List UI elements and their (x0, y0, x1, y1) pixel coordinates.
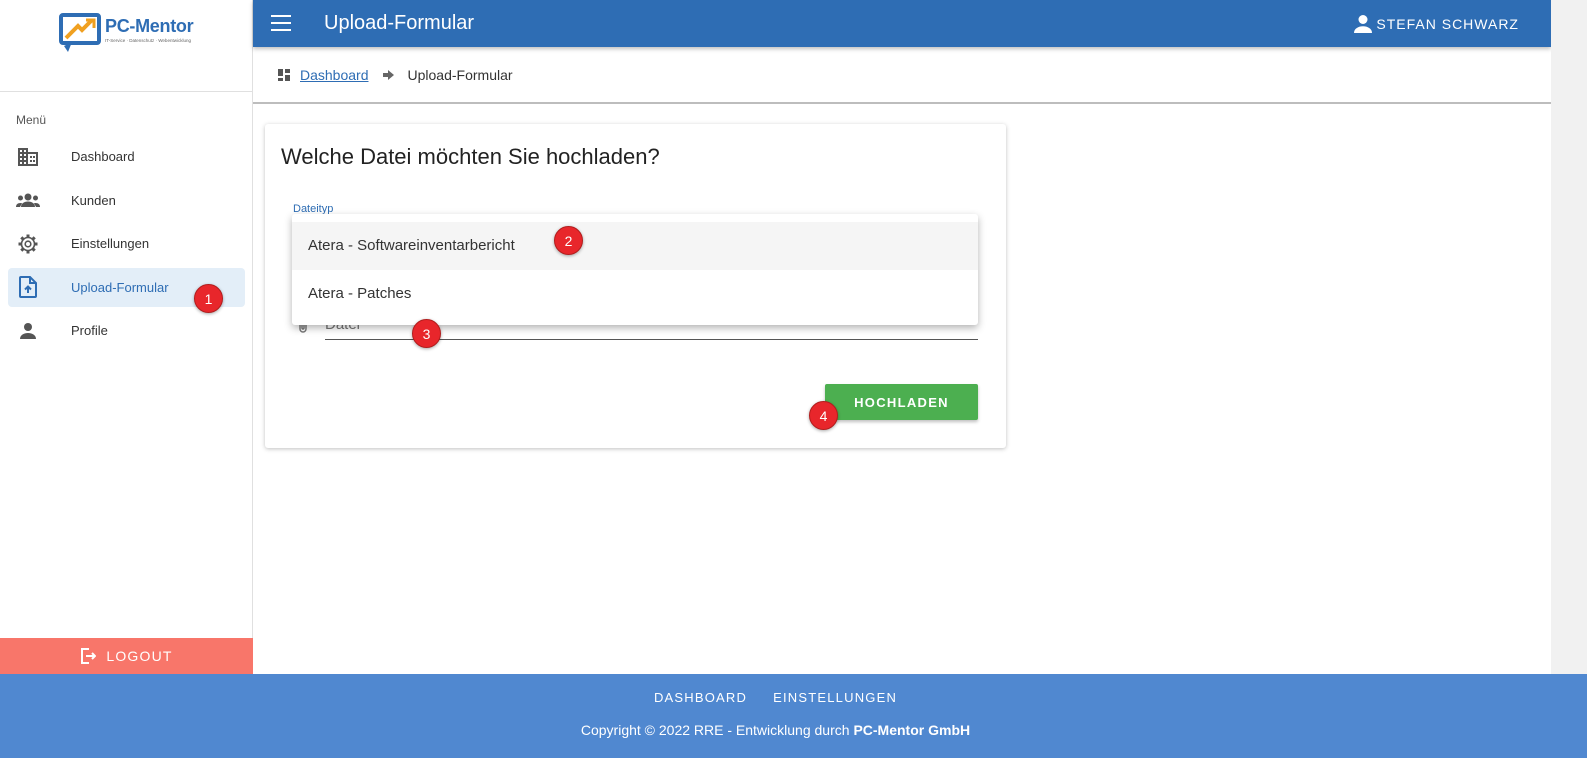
person-icon (16, 319, 40, 343)
arrow-right-icon (382, 69, 394, 80)
scrollbar-track[interactable] (1551, 0, 1587, 674)
logout-button[interactable]: LOGOUT (0, 638, 253, 674)
annotation-badge: 1 (194, 284, 223, 313)
annotation-badge: 2 (554, 226, 583, 255)
gear-icon (16, 232, 40, 256)
sidebar-item-label: Einstellungen (71, 236, 150, 251)
sidebar-item-label: Dashboard (71, 149, 135, 164)
breadcrumb: Dashboard Upload-Formular (253, 47, 1551, 104)
building-icon (16, 145, 40, 169)
breadcrumb-link-dashboard[interactable]: Dashboard (300, 67, 369, 83)
annotation-badge: 3 (412, 319, 441, 348)
account-icon (1354, 15, 1373, 33)
logo-monitor-icon (59, 13, 101, 52)
logo-tagline: IT-Service · Datenschutz · Webentwicklun… (105, 38, 191, 43)
footer-link-dashboard[interactable]: DASHBOARD (654, 690, 747, 705)
sidebar-item-einstellungen[interactable]: Einstellungen (8, 224, 245, 263)
dropdown-option-patches[interactable]: Atera - Patches (292, 270, 978, 318)
annotation-badge: 4 (809, 401, 838, 430)
form-title: Welche Datei möchten Sie hochladen? (281, 144, 660, 169)
logout-label: LOGOUT (106, 648, 173, 664)
top-app-bar: Upload-Formular STEFAN SCHWARZ (253, 0, 1551, 47)
menu-icon[interactable] (271, 13, 291, 33)
user-menu[interactable]: STEFAN SCHWARZ (1354, 15, 1519, 33)
sidebar-item-label: Kunden (71, 192, 116, 208)
file-upload-icon (16, 275, 40, 299)
logo-area: PC-Mentor IT-Service · Datenschutz · Web… (0, 0, 252, 92)
sidebar-item-profile[interactable]: Profile (8, 311, 245, 350)
sidebar-item-label: Profile (71, 323, 108, 338)
copyright-text: Copyright © 2022 RRE - Entwicklung durch (580, 722, 850, 738)
breadcrumb-current: Upload-Formular (407, 66, 513, 83)
upload-button[interactable]: HOCHLADEN (825, 384, 978, 420)
footer: DASHBOARD EINSTELLUNGEN Copyright © 2022… (0, 674, 1587, 758)
sidebar: PC-Mentor IT-Service · Datenschutz · Web… (0, 0, 253, 674)
sidebar-nav: Dashboard Kunden Einstellungen Upload-Fo… (8, 137, 245, 355)
dashboard-icon (278, 68, 290, 81)
filetype-dropdown-menu: Atera - Softwareinventarbericht Atera - … (292, 214, 978, 325)
logo[interactable]: PC-Mentor IT-Service · Datenschutz · Web… (58, 12, 208, 60)
footer-copyright: Copyright © 2022 RRE - Entwicklung durch… (0, 722, 1551, 738)
group-icon (16, 188, 40, 212)
sidebar-item-label: Upload-Formular (71, 279, 169, 295)
footer-links: DASHBOARD EINSTELLUNGEN (0, 690, 1551, 705)
sidebar-item-kunden[interactable]: Kunden (8, 181, 245, 220)
user-name: STEFAN SCHWARZ (1376, 16, 1519, 32)
logout-icon (80, 648, 97, 664)
dropdown-option-softwareinventarbericht[interactable]: Atera - Softwareinventarbericht (292, 222, 978, 270)
copyright-company[interactable]: PC-Mentor GmbH (853, 722, 970, 738)
page-title: Upload-Formular (324, 12, 475, 34)
footer-link-einstellungen[interactable]: EINSTELLUNGEN (773, 690, 897, 705)
logo-brand: PC-Mentor (105, 16, 194, 36)
menu-label: Menü (16, 113, 47, 127)
sidebar-item-dashboard[interactable]: Dashboard (8, 137, 245, 176)
